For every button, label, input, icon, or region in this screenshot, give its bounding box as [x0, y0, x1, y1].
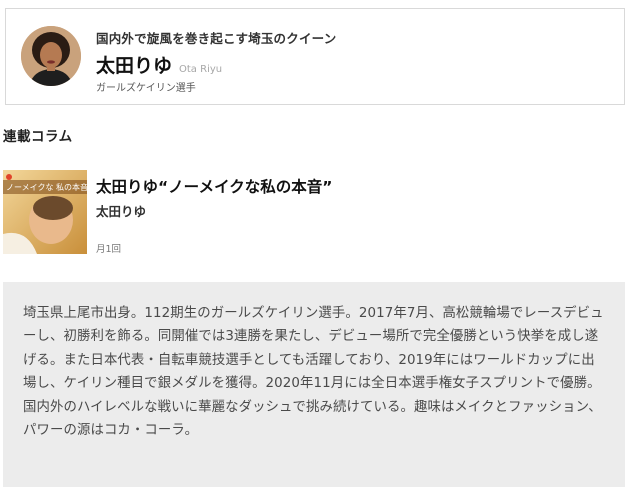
column-thumbnail[interactable]: ノーメイクな 私の本音 [3, 170, 87, 254]
avatar[interactable] [21, 26, 81, 86]
column-title[interactable]: 太田りゆ“ノーメイクな私の本音” [96, 175, 332, 197]
profile-name[interactable]: 太田りゆ [96, 55, 172, 77]
thumbnail-caption: ノーメイクな 私の本音 [6, 182, 87, 192]
person-photo-icon [21, 26, 81, 86]
profile-name-row: 太田りゆ Ota Riyu [96, 51, 222, 78]
column-author: 太田りゆ [96, 204, 147, 219]
column-frequency: 月1回 [96, 244, 122, 255]
bio-text: 埼玉県上尾市出身。112期生のガールズケイリン選手。2017年7月、高松競輪場で… [23, 306, 604, 439]
profile-card: 国内外で旋風を巻き起こす埼玉のクイーン 太田りゆ Ota Riyu ガールズケイリ… [5, 8, 625, 105]
bio-box: 埼玉県上尾市出身。112期生のガールズケイリン選手。2017年7月、高松競輪場で… [3, 282, 625, 487]
profile-role: ガールズケイリン選手 [96, 83, 196, 94]
section-heading: 連載コラム [3, 129, 73, 145]
column-cover-image: ノーメイクな 私の本音 [3, 170, 87, 254]
profile-name-romaji: Ota Riyu [179, 64, 223, 75]
profile-tagline: 国内外で旋風を巻き起こす埼玉のクイーン [96, 31, 337, 46]
